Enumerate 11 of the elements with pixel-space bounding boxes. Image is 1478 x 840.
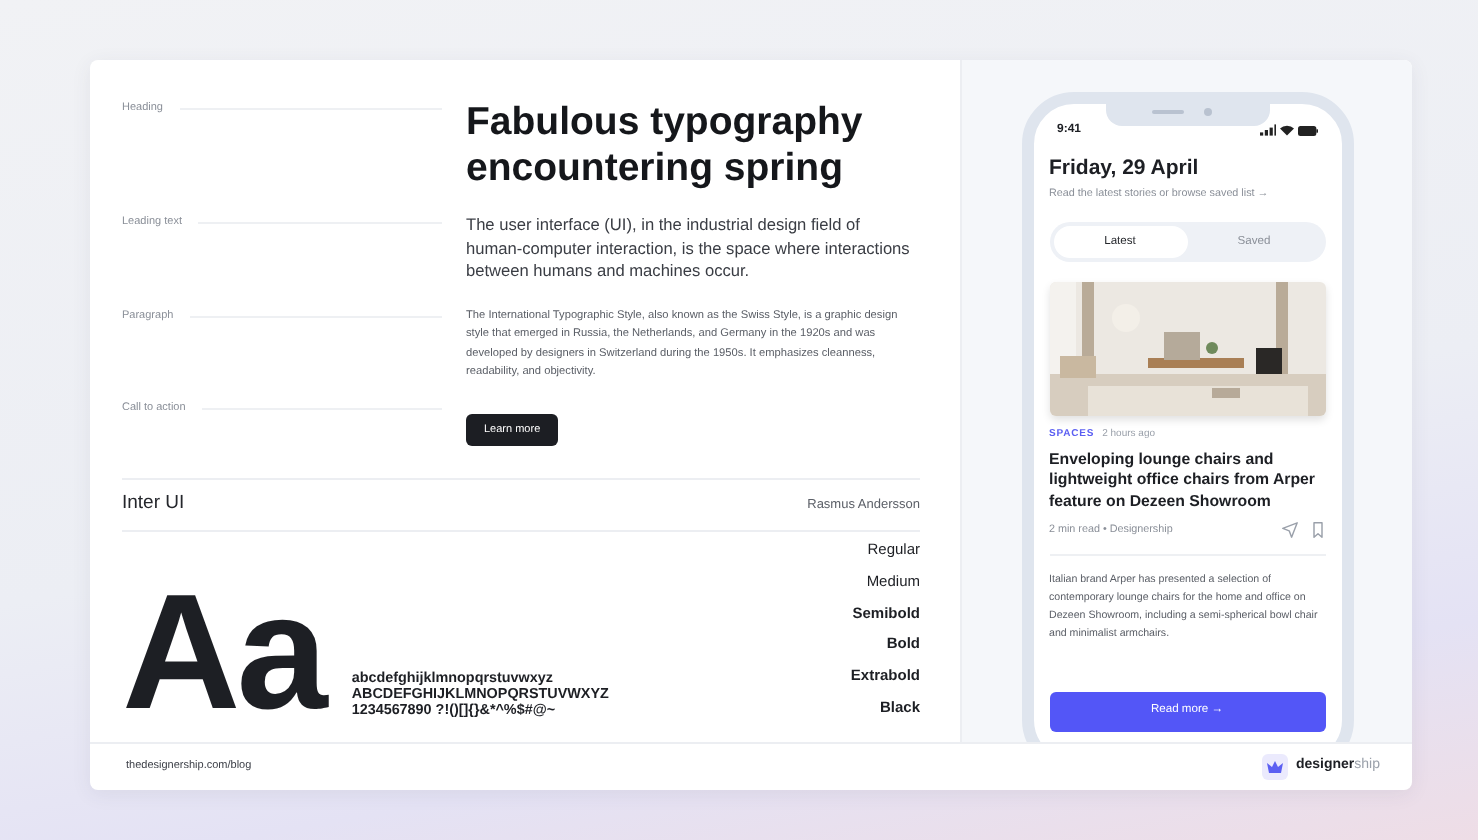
font-sample: Aa <box>122 590 324 718</box>
wifi-icon <box>1279 124 1293 136</box>
heading-text: Fabulous typography encountering spring <box>466 100 865 192</box>
send-icon[interactable] <box>1281 522 1297 539</box>
bookmark-icon[interactable] <box>1309 522 1325 539</box>
font-name: Inter UI <box>122 490 185 519</box>
battery-icon <box>1297 125 1317 135</box>
signal-icon <box>1259 124 1275 136</box>
crown-logo-icon <box>1261 754 1288 780</box>
screen-title: Friday, 29 April <box>1049 156 1201 182</box>
leading-text: The user interface (UI), in the industrial design field of human-computer interaction, is the space where interactions between humans and machines occur. <box>466 214 910 283</box>
